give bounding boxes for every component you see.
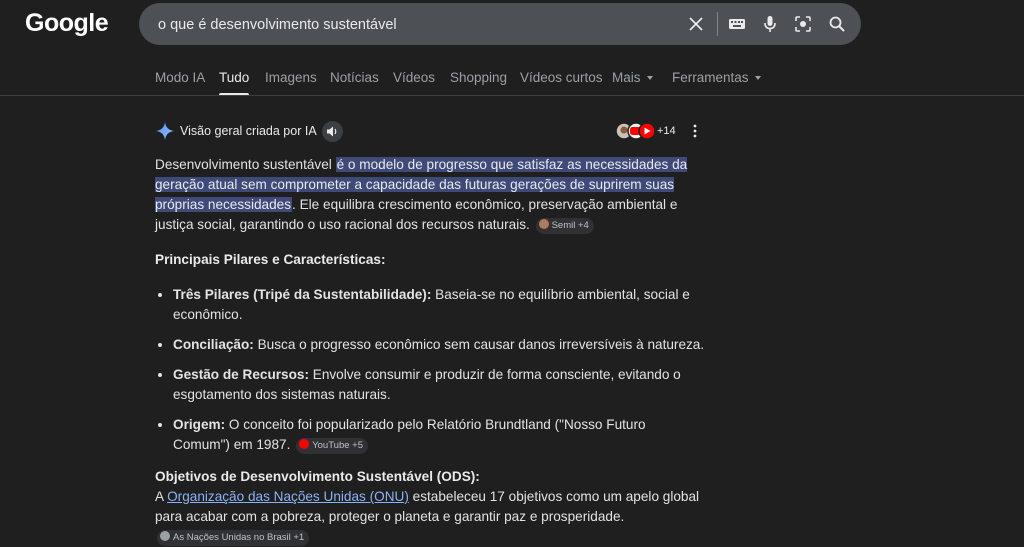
list-item: Gestão de Recursos: Envolve consumir e p… (173, 365, 705, 405)
search-icon[interactable] (827, 14, 847, 34)
ods-heading: Objetivos de Desenvolvimento Sustentável… (155, 469, 480, 484)
lens-icon[interactable] (793, 14, 813, 34)
google-logo[interactable]: Google (25, 9, 109, 38)
list-item-text: O conceito foi popularizado pelo Relatór… (173, 417, 646, 452)
list-item-title: Gestão de Recursos: (173, 367, 309, 382)
tab-mais-label: Mais (612, 70, 641, 85)
tab-videos[interactable]: Vídeos (393, 70, 435, 85)
pillars-list: Três Pilares (Tripé da Sustentabilidade)… (155, 285, 705, 455)
tab-ferramentas-label: Ferramentas (672, 70, 749, 85)
source-chip-onu[interactable]: As Nações Unidas no Brasil +1 (157, 530, 310, 546)
sources-stack[interactable]: +14 (615, 121, 676, 141)
speaker-icon (327, 126, 337, 137)
onu-link[interactable]: Organização das Nações Unidas (ONU) (167, 489, 409, 504)
source-avatar-icon (160, 531, 170, 541)
search-bar[interactable] (139, 3, 861, 47)
more-vert-icon[interactable] (692, 124, 698, 138)
list-item: Três Pilares (Tripé da Sustentabilidade)… (173, 285, 705, 325)
intro-text-pre: Desenvolvimento sustentável (155, 157, 336, 172)
ods-text-pre: A (155, 489, 168, 504)
header-divider (0, 95, 1024, 96)
list-item-title: Três Pilares (Tripé da Sustentabilidade)… (173, 287, 432, 302)
source-avatar-icon (538, 219, 549, 229)
youtube-icon (299, 439, 310, 449)
tab-noticias[interactable]: Notícias (330, 70, 379, 85)
pillars-heading: Principais Pilares e Características: (155, 252, 386, 267)
source-chip-semil[interactable]: Semil +4 (535, 218, 594, 234)
gemini-sparkle-icon (156, 122, 174, 140)
tab-imagens[interactable]: Imagens (265, 70, 317, 85)
list-item-title: Conciliação: (173, 337, 254, 352)
ai-overview-content: Desenvolvimento sustentável é o modelo d… (155, 155, 705, 547)
list-item-text: Busca o progresso econômico sem causar d… (253, 337, 705, 352)
tab-tudo[interactable]: Tudo (219, 70, 250, 96)
source-chip-label: Semil +4 (551, 220, 589, 231)
intro-paragraph: Desenvolvimento sustentável é o modelo d… (155, 155, 705, 235)
clear-icon[interactable] (686, 14, 706, 34)
tab-ferramentas[interactable]: Ferramentas (672, 70, 761, 85)
source-chip-label: As Nações Unidas no Brasil +1 (173, 532, 305, 543)
tab-modo-ia[interactable]: Modo IA (155, 70, 205, 85)
tab-shopping[interactable]: Shopping (450, 70, 507, 85)
search-input[interactable] (156, 3, 680, 47)
chevron-down-icon (646, 76, 653, 81)
listen-button[interactable] (322, 121, 343, 142)
microphone-icon[interactable] (760, 14, 780, 34)
list-item: Conciliação: Busca o progresso econômico… (173, 335, 705, 355)
ods-paragraph: A Organização das Nações Unidas (ONU) es… (155, 487, 705, 547)
tab-videos-curtos[interactable]: Vídeos curtos (520, 70, 603, 85)
source-chip-youtube[interactable]: YouTube +5 (296, 438, 368, 454)
tab-mais[interactable]: Mais (612, 70, 653, 85)
ai-overview-title: Visão geral criada por IA (180, 124, 317, 138)
search-divider (717, 12, 718, 36)
chevron-down-icon (754, 76, 761, 81)
keyboard-icon[interactable] (727, 14, 747, 34)
list-item: Origem: O conceito foi popularizado pelo… (173, 415, 705, 455)
sources-count: +14 (657, 125, 676, 137)
list-item-title: Origem: (173, 417, 226, 432)
source-chip-label: YouTube +5 (312, 440, 363, 451)
source-favicons-icon (615, 122, 656, 140)
ai-overview-header: Visão geral criada por IA +14 (155, 120, 705, 142)
